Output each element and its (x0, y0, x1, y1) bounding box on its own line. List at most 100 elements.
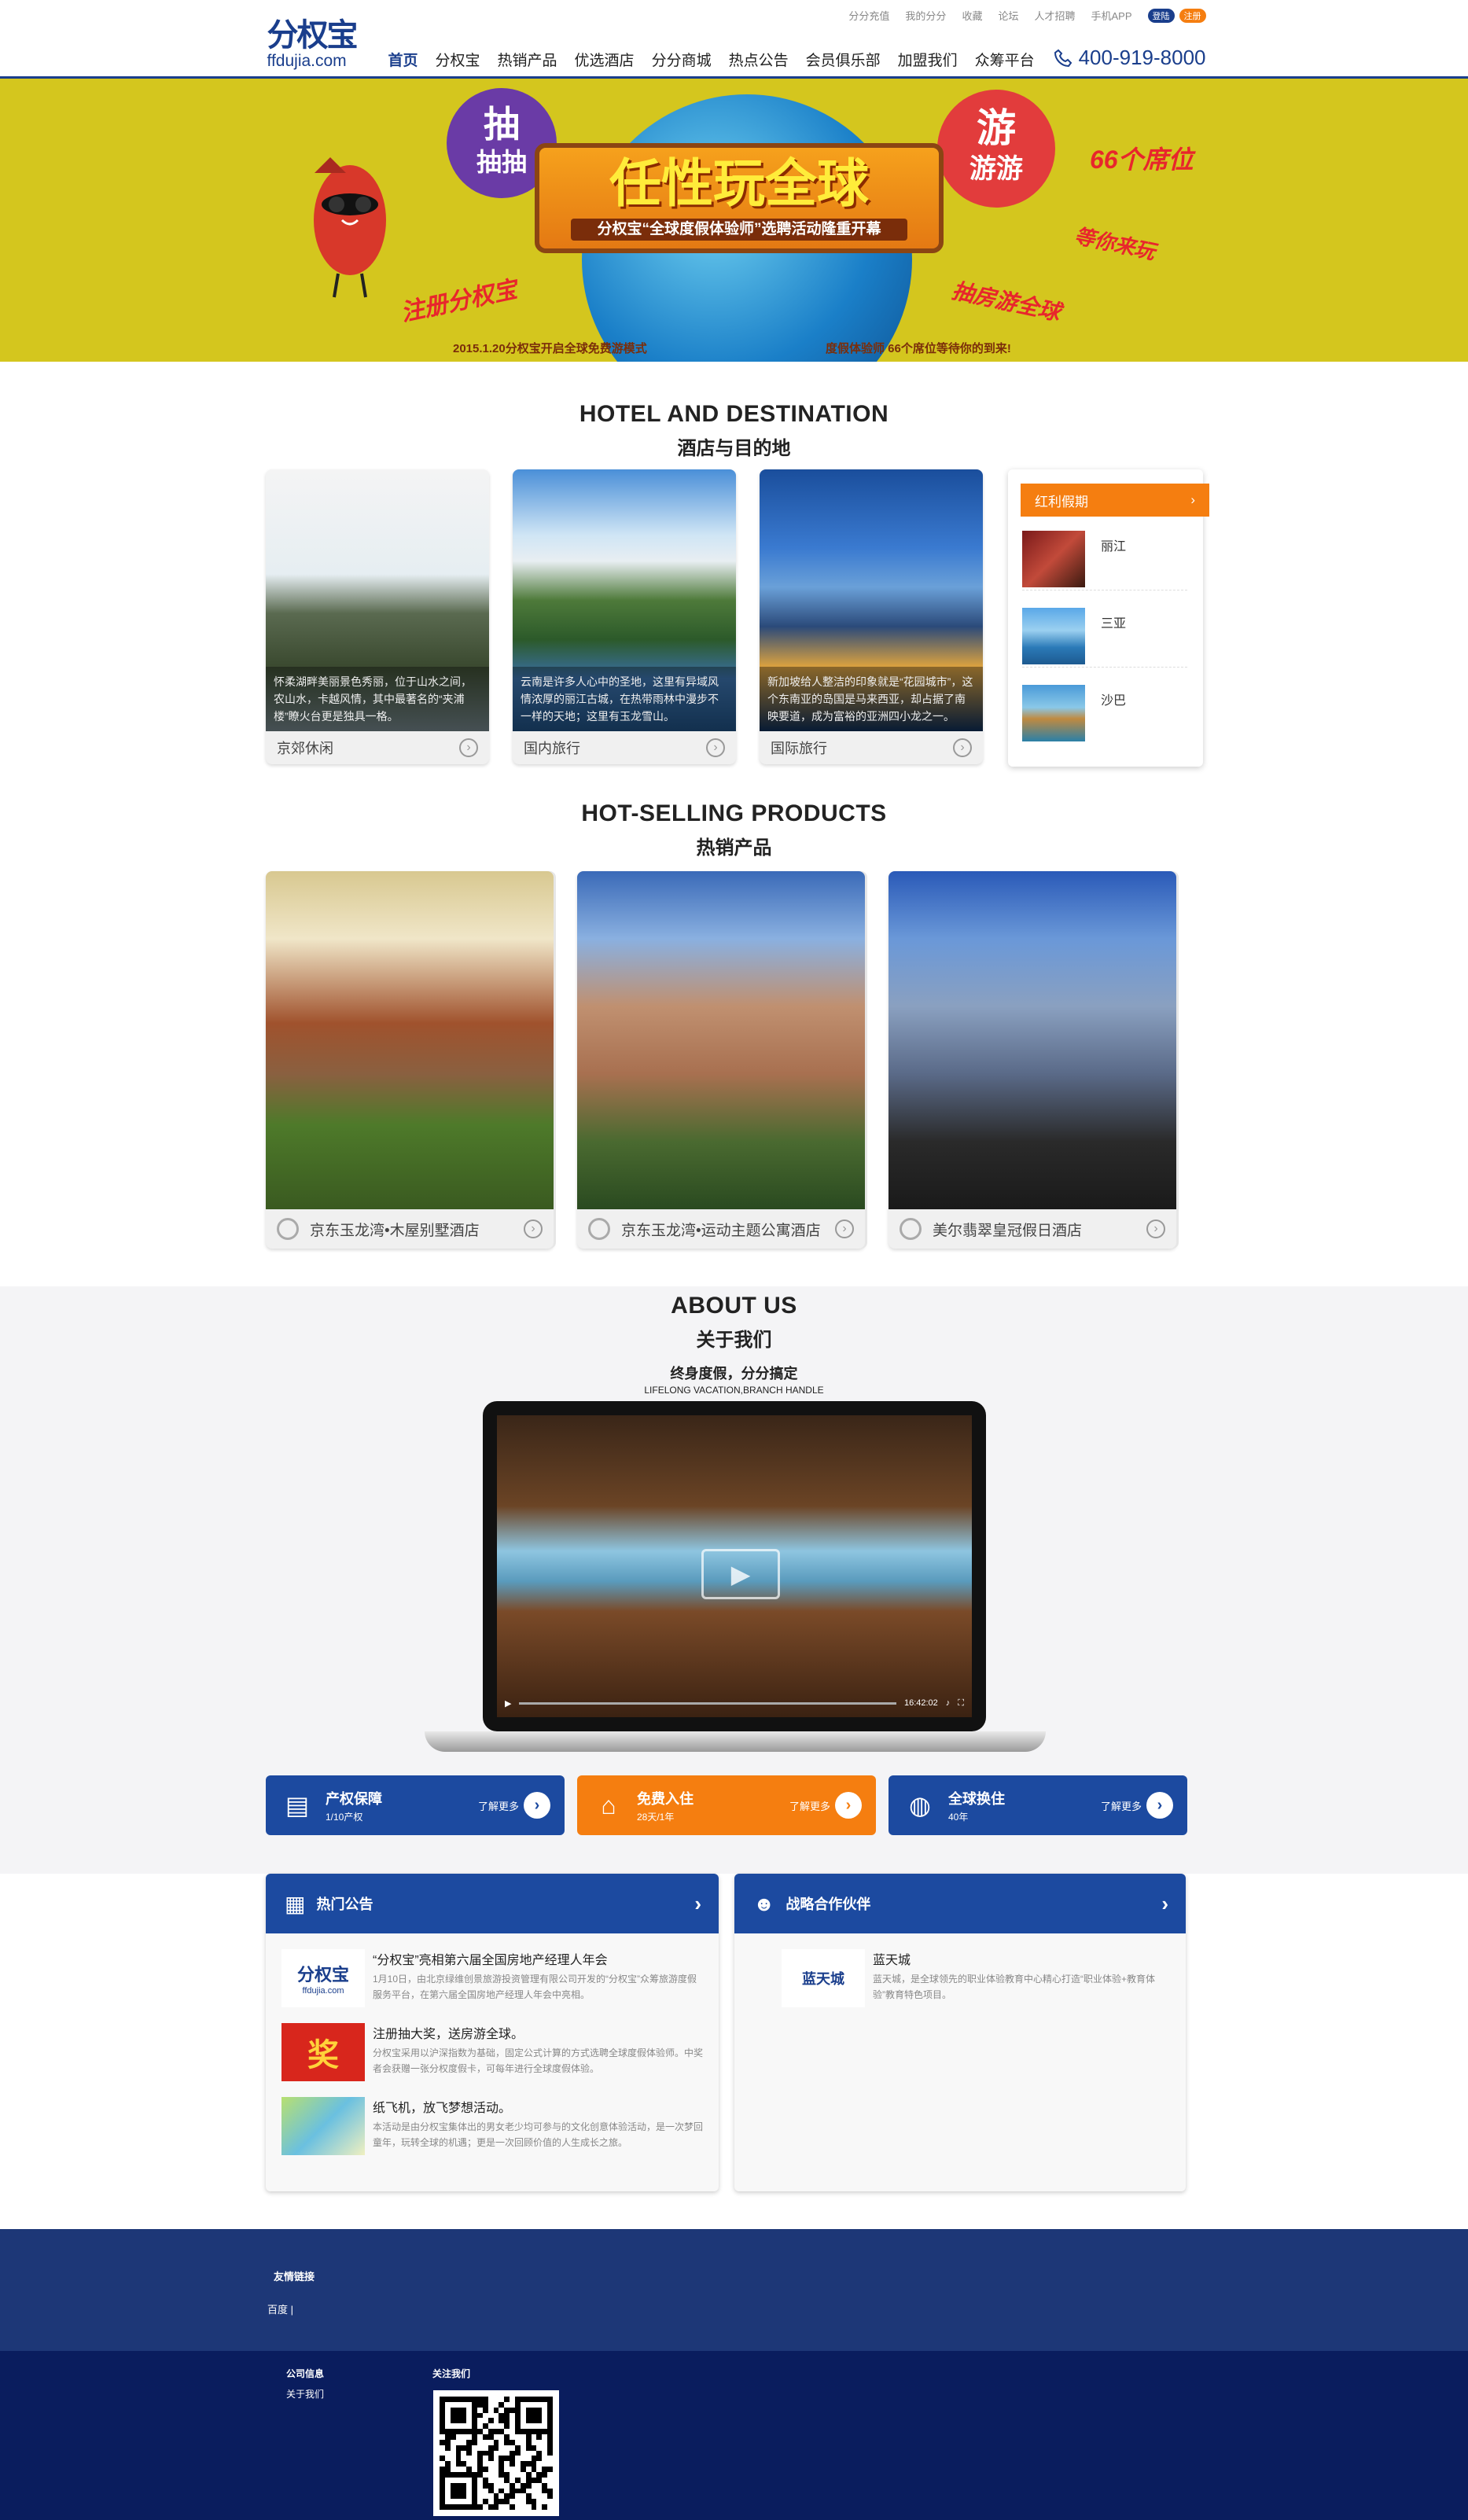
video-progress-bar[interactable] (519, 1701, 896, 1705)
company-info-title: 公司信息 (286, 2368, 325, 2379)
nav-join[interactable]: 加盟我们 (898, 49, 958, 70)
thumb-logo-domain: ffdujia.com (302, 1986, 344, 1996)
deal-item[interactable]: 三亚 (1022, 608, 1187, 668)
draw-badge-line1: 抽 (484, 104, 520, 145)
bonus-holiday-title: 红利假期 (1035, 494, 1088, 510)
nav-hotels[interactable]: 优选酒店 (575, 49, 635, 70)
nav-fenquanbao[interactable]: 分权宝 (436, 49, 480, 70)
arrow-right-icon[interactable]: › (1146, 1220, 1165, 1238)
announcement-item[interactable]: 纸飞机，放飞梦想活动。 本活动是由分权宝集体出的男女老少均可参与的文化创意体验活动… (281, 2097, 706, 2155)
thumb-logo-mark: 分权宝 (296, 1965, 349, 1985)
product-card[interactable]: 美尔翡翠皇冠假日酒店 › (889, 871, 1176, 1249)
home-icon: ⌂ (601, 1791, 616, 1819)
video-player[interactable]: ▶ ▶ 16:42:02 ♪ ⛶ (497, 1415, 972, 1717)
login-button[interactable]: 登陆 (1147, 8, 1175, 23)
chevron-right-icon[interactable]: › (694, 1892, 701, 1916)
nav-home[interactable]: 首页 (388, 49, 418, 70)
hotel-card-label: 国际旅行 (771, 741, 827, 756)
play-icon[interactable]: ▶ (701, 1549, 780, 1599)
arrow-right-icon[interactable]: › (706, 738, 725, 757)
nav-announcements[interactable]: 热点公告 (729, 49, 789, 70)
announcement-item[interactable]: 奖 注册抽大奖，送房游全球。 分权宝采用以沪深指数为基础，固定公式计算的方式选聘全… (281, 2023, 706, 2081)
thumb-prize-text: 奖 (307, 2038, 339, 2073)
partners-header[interactable]: ☻ 战略合作伙伴 › (734, 1874, 1186, 1933)
product-cards: 京东玉龙湾•木屋别墅酒店 › 京东玉龙湾•运动主题公寓酒店 › 美尔翡翠皇冠假日酒店… (266, 871, 1176, 1249)
chevron-right-icon[interactable]: › (1161, 1892, 1168, 1916)
feature-free-stay-button[interactable]: ⌂ 免费入住 28天/1年 了解更多 › (577, 1775, 876, 1835)
nav-mall[interactable]: 分分商城 (652, 49, 712, 70)
announcement-thumb: 奖 (281, 2023, 365, 2081)
arrow-right-icon[interactable]: › (459, 738, 478, 757)
globe-icon: ◍ (909, 1791, 931, 1819)
register-button[interactable]: 注册 (1179, 8, 1206, 23)
chevron-right-icon: › (1190, 492, 1195, 507)
partners-panel: ☻ 战略合作伙伴 › 蓝天城 蓝天城 蓝天城，是全球领先的职业体验教育中心精心打造… (734, 1874, 1186, 2191)
bonus-holiday-header[interactable]: 红利假期 › (1021, 484, 1209, 517)
learn-more[interactable]: 了解更多 (1101, 1798, 1142, 1813)
hotel-section: HOTEL AND DESTINATION 酒店与目的地 怀柔湖畔美丽景色秀丽，… (0, 401, 1468, 767)
top-link-jobs[interactable]: 人才招聘 (1034, 8, 1075, 23)
arrow-right-icon[interactable]: › (524, 1220, 543, 1238)
site-logo[interactable]: 分权宝 ffdujia.com (267, 9, 385, 72)
top-link-app[interactable]: 手机APP (1091, 8, 1131, 23)
announcements-header[interactable]: ▦ 热门公告 › (266, 1874, 719, 1933)
laptop-screen: ▶ ▶ 16:42:02 ♪ ⛶ (483, 1401, 986, 1731)
hotel-card-international[interactable]: 新加坡给人整洁的印象就是“花园城市”，这个东南亚的岛国是马来西亚，却占据了南映要… (760, 469, 983, 764)
friend-links-title: 友情链接 (274, 2271, 315, 2283)
product-card[interactable]: 京东玉龙湾•木屋别墅酒店 › (266, 871, 554, 1249)
announcement-title: “分权宝”亮相第六届全国房地产经理人年会 (373, 1954, 608, 1967)
arrow-right-icon[interactable]: › (1146, 1792, 1173, 1819)
nav-crowdfunding[interactable]: 众筹平台 (975, 49, 1035, 70)
announcement-desc: 1月10日，由北京绿维创景旅游投资管理有限公司开发的“分权宝”众筹旅游度假服务平… (373, 1974, 697, 2000)
arrow-right-icon[interactable]: › (524, 1792, 550, 1819)
video-time: 16:42:02 (903, 1698, 938, 1708)
feature-buttons: ▤ 产权保障 1/10产权 了解更多 › ⌂ 免费入住 28天/1年 了解更多 › … (266, 1775, 1187, 1835)
travel-badge-line1: 游 (977, 106, 1016, 150)
partner-logo-text: 蓝天城 (802, 1971, 844, 1987)
fullscreen-icon[interactable]: ⛶ (958, 1698, 964, 1709)
partner-item[interactable]: 蓝天城 蓝天城 蓝天城，是全球领先的职业体验教育中心精心打造“职业体验+教育体验”… (782, 1949, 1167, 2007)
top-link-recharge[interactable]: 分分充值 (848, 8, 889, 23)
arrow-right-icon[interactable]: › (835, 1792, 862, 1819)
play-small-icon[interactable]: ▶ (505, 1698, 511, 1709)
announcement-item[interactable]: 分权宝 ffdujia.com “分权宝”亮相第六届全国房地产经理人年会 1月10… (281, 1949, 706, 2007)
learn-more[interactable]: 了解更多 (789, 1798, 830, 1813)
product-name: 京东玉龙湾•木屋别墅酒店 (310, 1222, 480, 1239)
friend-links-list[interactable]: 百度 | (267, 2301, 293, 2316)
people-icon: ☻ (753, 1891, 775, 1915)
top-link-favorites[interactable]: 收藏 (962, 8, 982, 23)
feature-title: 免费入住 (637, 1790, 694, 1807)
arrow-right-icon[interactable]: › (953, 738, 972, 757)
document-icon: ▤ (285, 1791, 310, 1819)
announcements-title: 热门公告 (316, 1896, 373, 1912)
arrow-right-icon[interactable]: › (835, 1220, 854, 1238)
volume-icon[interactable]: ♪ (946, 1698, 951, 1708)
products-title-cn: 热销产品 (696, 837, 772, 859)
logo-domain: ffdujia.com (267, 52, 347, 70)
hotel-card-caption: 新加坡给人整洁的印象就是“花园城市”，这个东南亚的岛国是马来西亚，却占据了南映要… (760, 667, 983, 731)
top-link-forum[interactable]: 论坛 (998, 8, 1018, 23)
video-laptop: ▶ ▶ 16:42:02 ♪ ⛶ (425, 1401, 1046, 1763)
learn-more[interactable]: 了解更多 (478, 1798, 519, 1813)
top-link-my-points[interactable]: 我的分分 (905, 8, 946, 23)
hotel-card-label: 京郊休闲 (277, 741, 333, 756)
deal-item[interactable]: 沙巴 (1022, 685, 1187, 745)
hotel-card-caption: 云南是许多人心中的圣地，这里有异域风情浓厚的丽江古城，在热带雨林中漫步不一样的天… (513, 667, 736, 731)
about-us-link[interactable]: 关于我们 (286, 2387, 324, 2400)
nav-club[interactable]: 会员俱乐部 (806, 49, 881, 70)
mascot-bird-icon (314, 157, 386, 298)
nav-hot-products[interactable]: 热销产品 (498, 49, 557, 70)
about-heading: ABOUT US 关于我们 (0, 1286, 1468, 1352)
feature-global-exchange-button[interactable]: ◍ 全球换住 40年 了解更多 › (889, 1775, 1187, 1835)
deal-item[interactable]: 丽江 (1022, 531, 1187, 590)
travel-badge-line2: 游游 (969, 154, 1023, 184)
feature-ownership-button[interactable]: ▤ 产权保障 1/10产权 了解更多 › (266, 1775, 565, 1835)
hotel-card-label: 国内旅行 (524, 741, 580, 756)
hero-banner[interactable]: 抽 抽抽 游 游游 2015-01-20 任性玩全球 分权宝“全球度假体验师”选… (0, 79, 1468, 362)
video-controls: ▶ 16:42:02 ♪ ⛶ (505, 1695, 964, 1711)
hotel-card-suburban[interactable]: 怀柔湖畔美丽景色秀丽，位于山水之间，农山水，卡越风情，其中最著名的“夹浦楼”瞭火… (266, 469, 489, 764)
clock-icon (277, 1218, 299, 1240)
top-links: 分分充值 我的分分 收藏 论坛 人才招聘 手机APP 登陆 注册 (848, 8, 1206, 23)
product-card[interactable]: 京东玉龙湾•运动主题公寓酒店 › (577, 871, 865, 1249)
hotel-card-domestic[interactable]: 云南是许多人心中的圣地，这里有异域风情浓厚的丽江古城，在热带雨林中漫步不一样的天… (513, 469, 736, 764)
